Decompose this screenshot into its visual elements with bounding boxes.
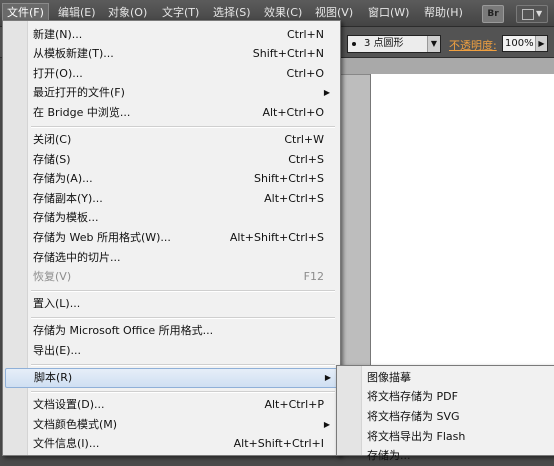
menu-item-shortcut: F12 (303, 270, 324, 283)
menu-item-shortcut: Alt+Ctrl+O (262, 106, 324, 119)
submenu-item-label: 将文档导出为 Flash (367, 430, 466, 443)
menu-item-revert: 恢复(V) F12 (5, 267, 338, 287)
submenu-item-export-flash[interactable]: 将文档导出为 Flash (339, 427, 553, 447)
menu-item-label: 存储为 Microsoft Office 所用格式... (33, 324, 214, 337)
menu-item-label: 打开(O)... (33, 67, 83, 80)
submenu-item-label: 将文档存储为 PDF (367, 390, 458, 403)
menu-item-browse-bridge[interactable]: 在 Bridge 中浏览... Alt+Ctrl+O (5, 103, 338, 123)
opacity-label[interactable]: 不透明度: (449, 37, 497, 53)
menu-item-save-as-template[interactable]: 存储为模板... (5, 208, 338, 228)
opacity-value: 100% (505, 38, 534, 49)
menu-item-shortcut: Ctrl+O (286, 67, 324, 80)
menu-object[interactable]: 对象(O) (104, 5, 151, 21)
menu-separator (31, 364, 335, 366)
menu-separator (31, 391, 335, 393)
menu-item-shortcut: Ctrl+S (288, 153, 324, 166)
menu-item-label: 存储副本(Y)... (33, 192, 103, 205)
menu-item-label: 存储为(A)... (33, 172, 93, 185)
menu-item-shortcut: Alt+Ctrl+S (264, 192, 324, 205)
submenu-arrow-icon: ▶ (324, 373, 331, 382)
menu-item-label: 导出(E)... (33, 344, 82, 357)
menu-item-save-copy[interactable]: 存储副本(Y)... Alt+Ctrl+S (5, 189, 338, 209)
menu-item-save-selected-slices[interactable]: 存储选中的切片... (5, 248, 338, 268)
menu-item-label: 文档颜色模式(M) (33, 418, 118, 431)
menu-item-close[interactable]: 关闭(C) Ctrl+W (5, 130, 338, 150)
menu-item-document-setup[interactable]: 文档设置(D)... Alt+Ctrl+P (5, 395, 338, 415)
menu-separator (31, 126, 335, 128)
menu-window[interactable]: 窗口(W) (364, 5, 413, 21)
brush-definition-select[interactable]: 3 点圆形 ▼ (347, 35, 441, 53)
menu-item-place[interactable]: 置入(L)... (5, 294, 338, 314)
submenu-item-image-trace[interactable]: 图像描摹 (339, 368, 553, 388)
menu-item-recent-files[interactable]: 最近打开的文件(F) ▶ (5, 83, 338, 103)
menu-item-new-from-template[interactable]: 从模板新建(T)... Shift+Ctrl+N (5, 44, 338, 64)
grid-icon (522, 9, 534, 20)
menu-item-export[interactable]: 导出(E)... (5, 341, 338, 361)
menu-item-label: 最近打开的文件(F) (33, 86, 125, 99)
menu-item-document-color-mode[interactable]: 文档颜色模式(M) ▶ (5, 415, 338, 435)
menu-item-label: 脚本(R) (34, 371, 73, 384)
menu-effect[interactable]: 效果(C) (260, 5, 306, 21)
menu-edit[interactable]: 编辑(E) (54, 5, 100, 21)
submenu-item-save-pdf[interactable]: 将文档存储为 PDF (339, 387, 553, 407)
menu-item-label: 置入(L)... (33, 297, 81, 310)
brush-label: 3 点圆形 (364, 38, 404, 49)
menu-item-label: 存储(S) (33, 153, 71, 166)
menu-view[interactable]: 视图(V) (311, 5, 357, 21)
menu-type[interactable]: 文字(T) (158, 5, 203, 21)
brush-dot-icon (352, 42, 356, 46)
menu-item-label: 恢复(V) (33, 270, 72, 283)
menu-item-label: 新建(N)... (33, 28, 83, 41)
menu-item-label: 存储选中的切片... (33, 251, 121, 264)
menu-item-shortcut: Ctrl+N (286, 28, 324, 41)
menu-item-shortcut: Alt+Shift+Ctrl+S (229, 231, 324, 244)
chevron-right-icon[interactable]: ▶ (535, 36, 547, 51)
opacity-input[interactable]: 100% ▶ (502, 35, 548, 52)
menu-item-save-for-web[interactable]: 存储为 Web 所用格式(W)... Alt+Shift+Ctrl+S (5, 228, 338, 248)
menu-separator (31, 317, 335, 319)
submenu-item-label: 图像描摹 (367, 371, 411, 384)
scripts-submenu: 图像描摹 将文档存储为 PDF 将文档存储为 SVG 将文档导出为 Flash … (336, 365, 554, 462)
menu-help[interactable]: 帮助(H) (420, 5, 467, 21)
menu-item-label: 在 Bridge 中浏览... (33, 106, 131, 119)
menu-select[interactable]: 选择(S) (209, 5, 255, 21)
chevron-down-icon: ▼ (536, 9, 543, 18)
menu-item-save-ms-office[interactable]: 存储为 Microsoft Office 所用格式... (5, 321, 338, 341)
menu-item-new[interactable]: 新建(N)... Ctrl+N (5, 25, 338, 45)
menu-item-open[interactable]: 打开(O)... Ctrl+O (5, 64, 338, 84)
menu-item-label: 文件信息(I)... (33, 437, 100, 450)
menu-item-label: 关闭(C) (33, 133, 72, 146)
menu-item-shortcut: Ctrl+W (284, 133, 324, 146)
submenu-arrow-icon: ▶ (323, 88, 330, 97)
menu-item-label: 文档设置(D)... (33, 398, 105, 411)
menu-item-save-as[interactable]: 存储为(A)... Shift+Ctrl+S (5, 169, 338, 189)
menu-item-scripts[interactable]: 脚本(R) ▶ (5, 368, 340, 388)
bridge-button[interactable]: Br (482, 5, 504, 23)
menu-item-label: 存储为模板... (33, 211, 99, 224)
menu-item-shortcut: Shift+Ctrl+N (252, 47, 324, 60)
arrange-documents-button[interactable]: ▼ (516, 5, 548, 23)
menu-item-file-info[interactable]: 文件信息(I)... Alt+Shift+Ctrl+I (5, 434, 338, 454)
menu-item-label: 存储为 Web 所用格式(W)... (33, 231, 171, 244)
submenu-item-label: 存储为... (367, 449, 411, 462)
document-tab-bar (338, 58, 554, 75)
submenu-arrow-icon: ▶ (323, 420, 330, 429)
menu-item-shortcut: Shift+Ctrl+S (254, 172, 324, 185)
submenu-item-save-svg[interactable]: 将文档存储为 SVG (339, 407, 553, 427)
menu-item-label: 从模板新建(T)... (33, 47, 114, 60)
submenu-item-cutoff[interactable]: 存储为... (339, 446, 553, 466)
menu-item-shortcut: Alt+Shift+Ctrl+I (233, 437, 324, 450)
menu-item-save[interactable]: 存储(S) Ctrl+S (5, 150, 338, 170)
menu-item-shortcut: Alt+Ctrl+P (264, 398, 324, 411)
menu-separator (31, 290, 335, 292)
chevron-down-icon[interactable]: ▼ (427, 36, 440, 52)
file-menu: 新建(N)... Ctrl+N 从模板新建(T)... Shift+Ctrl+N… (2, 20, 341, 456)
submenu-item-label: 将文档存储为 SVG (367, 410, 460, 423)
